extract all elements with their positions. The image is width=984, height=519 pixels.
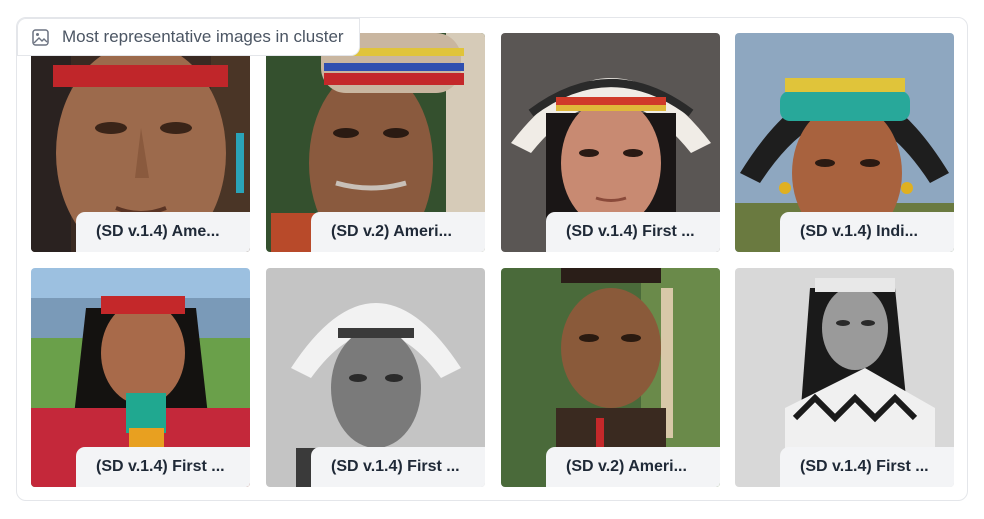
image-caption: (SD v.1.4) Indi... — [780, 212, 954, 252]
image-card[interactable]: (SD v.1.4) First ... — [266, 268, 485, 487]
image-caption: (SD v.1.4) First ... — [311, 447, 485, 487]
image-caption: (SD v.2) Ameri... — [311, 212, 485, 252]
image-caption: (SD v.1.4) Ame... — [76, 212, 250, 252]
image-card[interactable]: (SD v.1.4) Ame... — [31, 33, 250, 252]
image-card[interactable]: (SD v.2) Ameri... — [266, 33, 485, 252]
image-card[interactable]: (SD v.1.4) Indi... — [735, 33, 954, 252]
image-card[interactable]: (SD v.1.4) First ... — [735, 268, 954, 487]
image-card[interactable]: (SD v.1.4) First ... — [501, 33, 720, 252]
image-caption: (SD v.1.4) First ... — [76, 447, 250, 487]
image-card[interactable]: (SD v.1.4) First ... — [31, 268, 250, 487]
image-caption: (SD v.1.4) First ... — [546, 212, 720, 252]
image-caption: (SD v.2) Ameri... — [546, 447, 720, 487]
panel-header: Most representative images in cluster — [17, 18, 360, 56]
image-card[interactable]: (SD v.2) Ameri... — [501, 268, 720, 487]
image-icon — [32, 28, 49, 46]
image-grid: (SD v.1.4) Ame... (SD v.2) Ameri... (SD … — [31, 33, 955, 487]
panel-header-label: Most representative images in cluster — [62, 27, 344, 46]
image-caption: (SD v.1.4) First ... — [780, 447, 954, 487]
